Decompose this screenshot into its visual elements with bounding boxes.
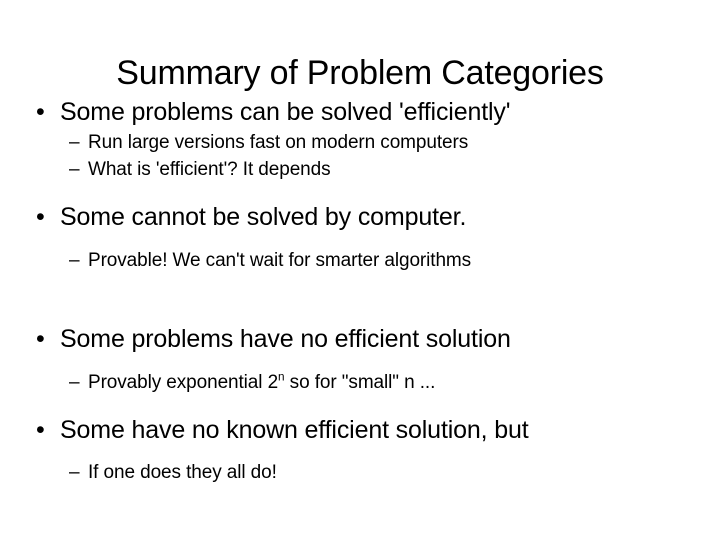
slide-body: • Some problems can be solved 'efficient… (0, 96, 720, 486)
bullet-text: Some cannot be solved by computer. (60, 203, 467, 231)
bullet-item: • Some problems can be solved 'efficient… (0, 96, 720, 129)
sub-bullet-item: – If one does they all do! (0, 459, 720, 486)
bullet-item: • Some cannot be solved by computer. (0, 201, 720, 234)
sub-bullet-text: Provable! We can't wait for smarter algo… (88, 250, 472, 271)
bullet-marker-icon: • (36, 325, 45, 353)
bullet-block: • Some have no known efficient solution,… (0, 414, 720, 486)
bullet-marker-icon: • (36, 416, 45, 444)
sub-bullet-item: – Provable! We can't wait for smarter al… (0, 247, 720, 274)
bullet-item: • Some have no known efficient solution,… (0, 414, 720, 447)
sub-bullet-item: – Run large versions fast on modern comp… (0, 129, 720, 156)
sub-bullet-text-pre: Provably exponential 2 (88, 372, 279, 393)
sub-bullet-text: Run large versions fast on modern comput… (88, 132, 469, 153)
bullet-marker-icon: • (36, 203, 45, 231)
bullet-block: • Some cannot be solved by computer. – P… (0, 201, 720, 274)
dash-marker-icon: – (69, 462, 80, 483)
dash-marker-icon: – (69, 372, 80, 393)
sub-bullet-text: If one does they all do! (88, 462, 277, 483)
bullet-block: • Some problems have no efficient soluti… (0, 323, 720, 396)
bullet-text: Some problems can be solved 'efficiently… (60, 98, 511, 126)
sub-bullet-text: What is 'efficient'? It depends (88, 159, 331, 180)
bullet-text: Some have no known efficient solution, b… (60, 416, 529, 444)
dash-marker-icon: – (69, 132, 80, 153)
bullet-marker-icon: • (36, 98, 45, 126)
dash-marker-icon: – (69, 250, 80, 271)
sub-bullet-item: – What is 'efficient'? It depends (0, 156, 720, 183)
sub-bullet-item: – Provably exponential 2n so for "small"… (0, 369, 720, 396)
sub-bullet-text-post: so for "small" n ... (284, 372, 436, 393)
bullet-text: Some problems have no efficient solution (60, 325, 511, 353)
slide: Summary of Problem Categories • Some pro… (0, 0, 720, 540)
bullet-block: • Some problems can be solved 'efficient… (0, 96, 720, 183)
dash-marker-icon: – (69, 159, 80, 180)
page-title: Summary of Problem Categories (116, 53, 604, 92)
bullet-item: • Some problems have no efficient soluti… (0, 323, 720, 356)
